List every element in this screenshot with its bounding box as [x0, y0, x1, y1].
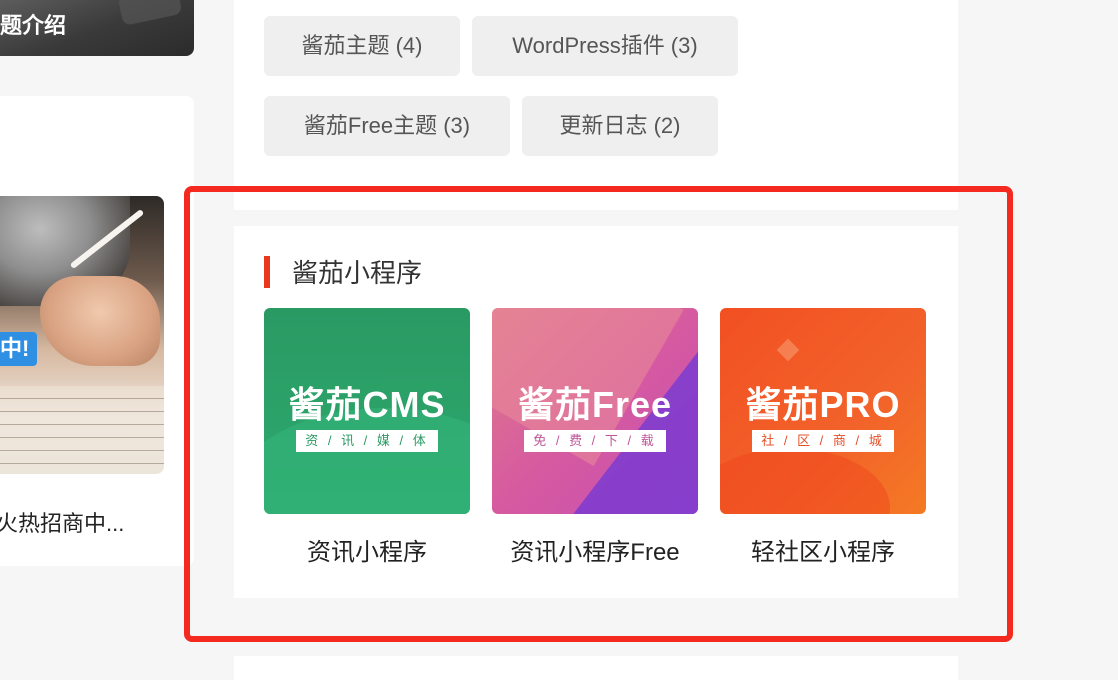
tag-jiangqie-free-theme[interactable]: 酱茄Free主题 (3) — [264, 96, 510, 156]
thumbnail-badge: 中! — [0, 332, 38, 366]
highlight-box — [184, 186, 1013, 642]
tag-changelog[interactable]: 更新日志 (2) — [522, 96, 718, 156]
article-thumbnail[interactable]: 中! — [0, 196, 164, 474]
article-title[interactable]: 火热招商中... — [0, 506, 124, 538]
banner-decoration — [117, 0, 183, 26]
tag-wordpress-plugin[interactable]: WordPress插件 (3) — [472, 16, 738, 76]
thumbnail-paper-shape — [0, 386, 164, 474]
banner-caption: 题介绍 — [0, 13, 67, 38]
thumbnail-hand-shape — [40, 276, 160, 366]
tag-jiangqie-theme[interactable]: 酱茄主题 (4) — [264, 16, 460, 76]
left-article-card[interactable]: 中! 火热招商中... — [0, 96, 194, 566]
left-banner[interactable]: 题介绍 — [0, 0, 194, 56]
